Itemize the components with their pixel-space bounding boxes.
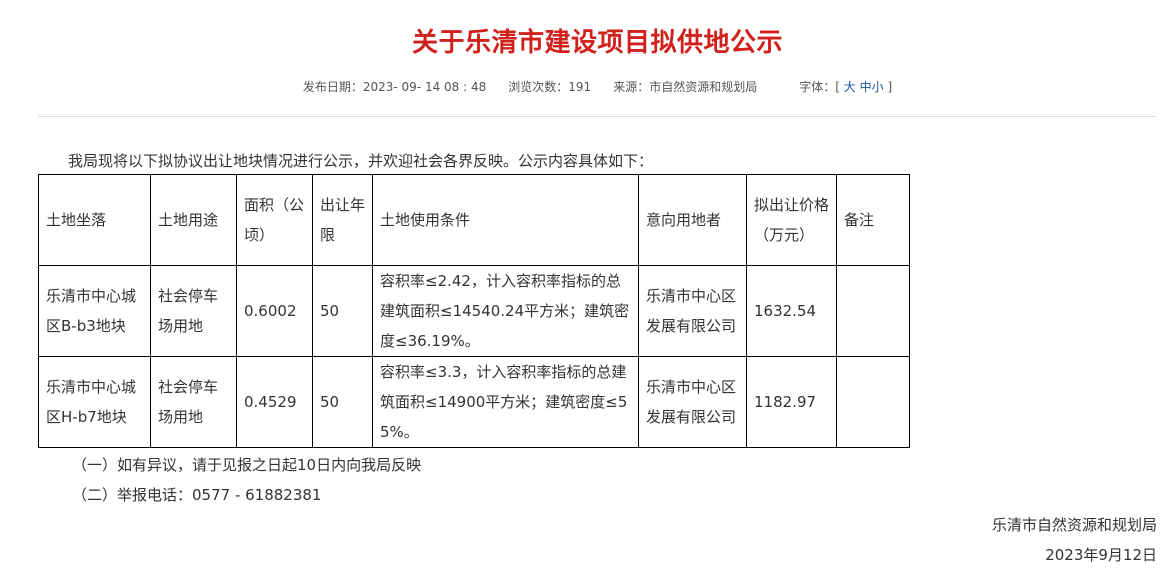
table-cell: 50 [312, 265, 373, 357]
source: 市自然资源和规划局 [649, 80, 758, 94]
font-size-small-link[interactable]: 小 [872, 80, 884, 94]
table-cell: 乐清市中心城区H-b7地块 [38, 356, 151, 448]
table-cell: 社会停车场用地 [150, 356, 237, 448]
table-cell: 1182.97 [746, 356, 837, 448]
table-cell: 0.4529 [236, 356, 313, 448]
table-cell: 乐清市中心城区B-b3地块 [38, 265, 151, 357]
bracket-open: [ [835, 80, 840, 94]
table-cell: 乐清市中心区发展有限公司 [638, 265, 747, 357]
font-size-medium-link[interactable]: 中 [860, 80, 872, 94]
header-cell: 土地坐落 [38, 174, 151, 266]
source-label: 来源： [613, 80, 650, 94]
land-table: 土地坐落 土地用途 面积（公顷） 出让年限 土地使用条件 意向用地者 拟出让价格… [38, 174, 910, 448]
header-divider [38, 116, 1156, 117]
table-cell: 1632.54 [746, 265, 837, 357]
view-count-label: 浏览次数： [508, 80, 569, 94]
header-cell: 土地用途 [150, 174, 237, 266]
table-cell [836, 356, 910, 448]
table-cell: 容积率≤3.3，计入容积率指标的总建筑面积≤14900平方米；建筑密度≤55%。 [372, 356, 639, 448]
article-meta: 发布日期：2023- 09- 14 08 : 48 浏览次数：191 来源：市自然资… [0, 78, 1171, 95]
header-cell: 面积（公顷） [236, 174, 313, 266]
table-row: 乐清市中心城区H-b7地块 社会停车场用地 0.4529 50 容积率≤3.3，… [38, 356, 910, 448]
intro-paragraph: 我局现将以下拟协议出让地块情况进行公示，并欢迎社会各界反映。公示内容具体如下： [68, 152, 654, 170]
publish-date-label: 发布日期： [302, 80, 363, 94]
table-cell: 50 [312, 356, 373, 448]
table-cell: 0.6002 [236, 265, 313, 357]
page-title: 关于乐清市建设项目拟供地公示 [411, 28, 783, 58]
header-cell: 备注 [836, 174, 910, 266]
view-count: 191 [568, 80, 592, 94]
note-hotline: （二）举报电话：0577 - 61882381 [72, 486, 322, 504]
signature-date: 2023年9月12日 [1045, 546, 1157, 564]
table-row: 乐清市中心城区B-b3地块 社会停车场用地 0.6002 50 容积率≤2.42… [38, 265, 910, 357]
signature-org: 乐清市自然资源和规划局 [991, 516, 1157, 534]
header-cell: 出让年限 [312, 174, 373, 266]
table-cell: 容积率≤2.42，计入容积率指标的总建筑面积≤14540.24平方米；建筑密度≤… [372, 265, 639, 357]
publish-date: 2023- 09- 14 08 : 48 [362, 80, 487, 94]
table-cell [836, 265, 910, 357]
table-header-row: 土地坐落 土地用途 面积（公顷） 出让年限 土地使用条件 意向用地者 拟出让价格… [38, 174, 910, 266]
table-cell: 乐清市中心区发展有限公司 [638, 356, 747, 448]
font-size-label: 字体： [799, 80, 836, 94]
font-size-large-link[interactable]: 大 [844, 80, 856, 94]
header-cell: 拟出让价格（万元） [746, 174, 837, 266]
bracket-close: ] [887, 80, 893, 94]
note-objection: （一）如有异议，请于见报之日起10日内向我局反映 [72, 456, 422, 474]
table-cell: 社会停车场用地 [150, 265, 237, 357]
header-cell: 意向用地者 [638, 174, 747, 266]
header-cell: 土地使用条件 [372, 174, 639, 266]
